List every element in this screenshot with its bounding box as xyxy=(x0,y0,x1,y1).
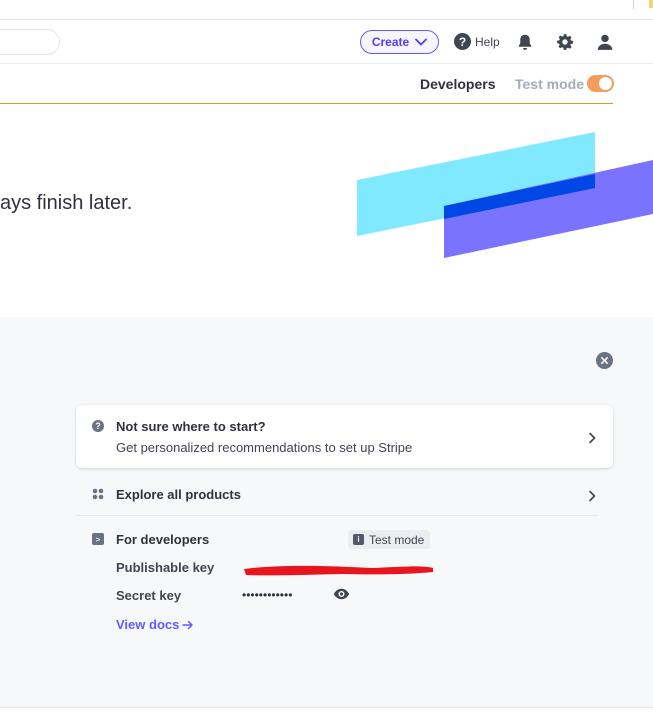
chevron-right-icon xyxy=(588,489,596,502)
developers-link[interactable]: Developers xyxy=(420,76,495,92)
grid-icon xyxy=(92,488,104,500)
secret-key-value: •••••••••••• xyxy=(242,588,293,602)
test-mode-label: Test mode xyxy=(515,76,584,92)
explore-products-row[interactable]: Explore all products xyxy=(76,478,598,516)
terminal-icon: > xyxy=(92,533,104,545)
bookmark-corner xyxy=(633,0,653,9)
test-mode-badge-label: Test mode xyxy=(369,532,425,547)
info-icon: i xyxy=(353,534,364,545)
hero-illustration xyxy=(357,132,653,258)
settings-button[interactable] xyxy=(555,32,575,52)
publishable-key-redacted[interactable] xyxy=(242,562,435,578)
search-input[interactable] xyxy=(0,29,60,55)
notifications-button[interactable] xyxy=(515,32,535,52)
create-button[interactable]: Create xyxy=(360,30,439,54)
eye-icon[interactable] xyxy=(333,588,350,600)
close-icon xyxy=(600,356,609,365)
gear-icon xyxy=(557,34,574,50)
secret-key-label: Secret key xyxy=(116,588,182,603)
publishable-key-label: Publishable key xyxy=(116,560,215,575)
sub-header: Developers Test mode xyxy=(0,64,614,104)
browser-top-strip xyxy=(0,0,653,20)
test-mode-toggle[interactable] xyxy=(587,75,614,92)
chevron-right-icon xyxy=(588,431,596,444)
bell-icon xyxy=(518,34,532,50)
view-docs-label: View docs xyxy=(116,617,180,632)
view-docs-link[interactable]: View docs xyxy=(116,617,194,632)
chevron-down-icon xyxy=(415,38,428,46)
account-button[interactable] xyxy=(595,32,615,52)
developers-section-title: For developers xyxy=(116,532,210,547)
arrow-right-icon xyxy=(182,620,194,629)
create-button-label: Create xyxy=(371,35,410,49)
user-icon xyxy=(597,34,613,50)
close-panel-button[interactable] xyxy=(596,352,613,369)
panel-footer-edge xyxy=(0,707,653,720)
top-header: Create ? Help xyxy=(0,20,653,64)
help-icon: ? xyxy=(454,33,471,50)
test-mode-badge: i Test mode xyxy=(348,530,431,549)
help-button[interactable]: ? Help xyxy=(454,33,500,50)
question-icon: ? xyxy=(92,420,104,432)
hero-text: ays finish later. xyxy=(0,192,133,214)
recommendations-card[interactable]: ? Not sure where to start? Get personali… xyxy=(76,405,613,468)
card-title: Not sure where to start? xyxy=(116,419,266,434)
help-label: Help xyxy=(475,34,500,49)
card-subtitle: Get personalized recommendations to set … xyxy=(116,440,413,455)
explore-products-label: Explore all products xyxy=(116,487,241,502)
